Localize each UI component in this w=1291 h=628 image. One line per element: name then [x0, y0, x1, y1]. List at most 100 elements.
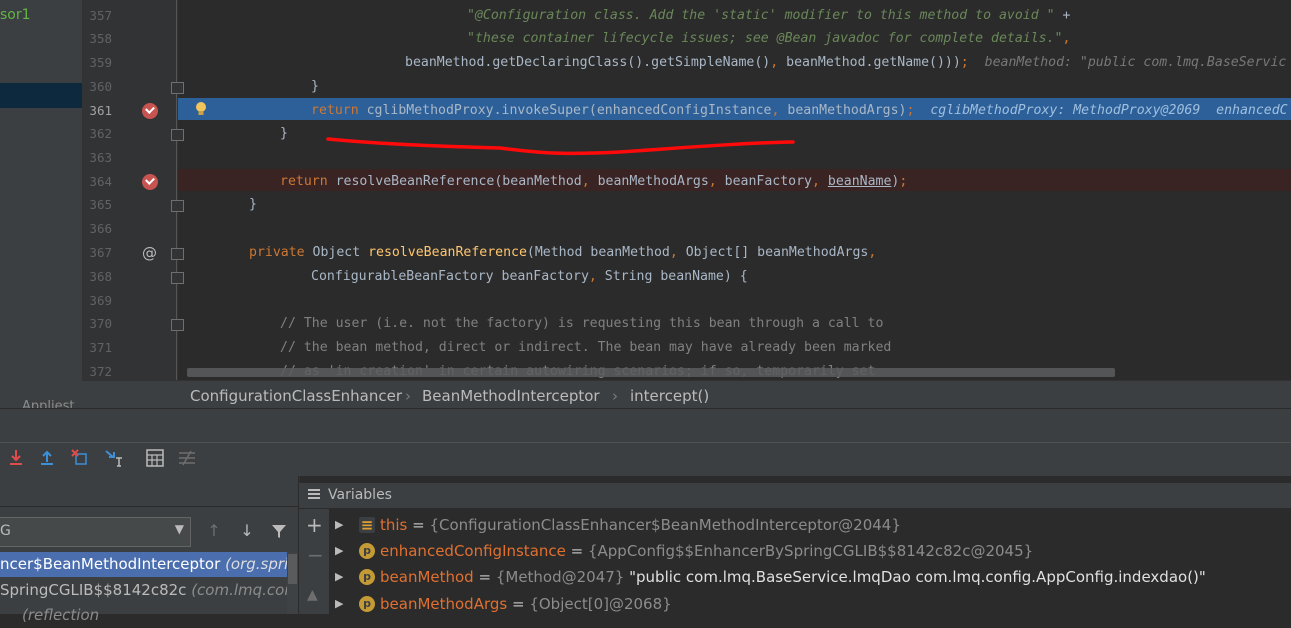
intention-lightbulb-icon[interactable]: [195, 101, 207, 115]
code-line[interactable]: 369: [0, 289, 1291, 313]
line-number: 365: [89, 197, 112, 212]
breadcrumb-item-class[interactable]: ConfigurationClassEnhancer: [190, 387, 402, 405]
fold-marker-icon[interactable]: [171, 200, 184, 212]
code-token: // The user (i.e. not the factory) is re…: [280, 316, 884, 331]
variable-row[interactable]: ▶ p enhancedConfigInstance = {AppConfig$$E…: [329, 538, 1291, 564]
code-line[interactable]: 366: [0, 217, 1291, 241]
code-line[interactable]: 360}: [0, 75, 1291, 99]
code-line[interactable]: 358 "these container lifecycle issues; se…: [0, 27, 1291, 51]
breakpoint-icon[interactable]: [142, 174, 158, 190]
code-text: // The user (i.e. not the factory) is re…: [280, 312, 883, 336]
code-line[interactable]: 367 @ private Object resolveBeanReference(…: [0, 241, 1291, 265]
code-token: String beanName) {: [604, 269, 748, 284]
code-token: ConfigurableBeanFactory beanFactory: [311, 269, 589, 284]
debug-tool-window-header: [0, 408, 1291, 443]
thread-selector-value: G: [0, 523, 11, 539]
add-watch-icon[interactable]: +: [306, 515, 323, 535]
variable-row[interactable]: ▶ ≡ this = {ConfigurationClassEnhancer$Bea…: [329, 512, 1291, 538]
fold-marker-icon[interactable]: [171, 82, 184, 94]
line-number: 359: [89, 55, 112, 70]
frame-list-item[interactable]: (reflection: [0, 603, 287, 628]
expand-arrow-icon[interactable]: ▶: [335, 538, 343, 564]
variable-string-value: "public com.lmq.BaseService.lmqDao com.l…: [624, 568, 1206, 586]
frame-location: (com.lmq.config: [191, 581, 287, 599]
line-number: 371: [89, 340, 112, 355]
code-text: ConfigurableBeanFactory beanFactory, Str…: [311, 265, 748, 289]
expand-arrow-icon[interactable]: ▶: [335, 591, 343, 617]
fold-marker-icon[interactable]: [171, 248, 184, 260]
fold-marker-icon[interactable]: [171, 319, 184, 331]
breadcrumb-item-method[interactable]: intercept(): [630, 387, 709, 405]
frame-location: (org.spring: [225, 555, 287, 573]
frame-list-item[interactable]: ncer$BeanMethodInterceptor (org.spring: [0, 552, 287, 577]
frame-list-item[interactable]: SpringCGLIB$$8142c82c (com.lmq.config: [0, 578, 287, 603]
editor-horizontal-scrollbar[interactable]: [187, 368, 1115, 377]
code-text: }: [280, 122, 288, 146]
frame-location: (reflection: [22, 606, 100, 624]
code-token: return: [311, 103, 367, 118]
code-line[interactable]: 368 ConfigurableBeanFactory beanFactory, …: [0, 265, 1291, 289]
code-line[interactable]: 361 return cglibMethodProxy.invokeSuper(e…: [0, 98, 1291, 123]
code-text: // the bean method, direct or indirect. …: [280, 336, 891, 360]
variable-row[interactable]: ▶ p beanMethodArgs = {Object[0]@2068}: [329, 591, 1291, 617]
trace-stream-icon[interactable]: [176, 447, 198, 469]
evaluate-expression-icon[interactable]: [144, 447, 166, 469]
code-line[interactable]: 362}: [0, 122, 1291, 146]
code-token: beanFactory: [724, 174, 812, 189]
fold-marker-icon[interactable]: [171, 129, 184, 141]
filter-icon[interactable]: [268, 519, 290, 543]
code-line[interactable]: 364 return resolveBeanReference(beanMetho…: [0, 169, 1291, 194]
code-line[interactable]: 363: [0, 146, 1291, 170]
frames-panel-header: [0, 482, 298, 507]
variable-name: enhancedConfigInstance: [380, 542, 566, 560]
parameter-icon: p: [359, 543, 375, 559]
breakpoint-icon[interactable]: [142, 103, 158, 119]
code-token: ,: [770, 55, 787, 70]
code-token: beanMethod: "public com.lmq.BaseServic: [968, 55, 1287, 70]
code-token: beanName: [827, 174, 892, 189]
code-token: beanMethod.getName())): [786, 55, 961, 70]
expand-arrow-icon[interactable]: ▶: [335, 564, 343, 590]
frames-scrollbar[interactable]: [287, 552, 298, 614]
code-line[interactable]: 371 // the bean method, direct or indirec…: [0, 336, 1291, 360]
variables-side-toolbar: + − ▲: [299, 509, 329, 614]
thread-selector[interactable]: G ▼: [0, 517, 191, 547]
variable-name: this: [380, 516, 408, 534]
code-line[interactable]: 365}: [0, 193, 1291, 217]
code-token: beanMethodArgs: [597, 174, 709, 189]
variable-name: beanMethodArgs: [380, 595, 508, 613]
breadcrumb-item-inner-class[interactable]: BeanMethodInterceptor: [422, 387, 600, 405]
move-up-icon[interactable]: ▲: [307, 587, 318, 603]
arrow-up-icon[interactable]: ↑: [203, 519, 225, 543]
code-token: ,: [669, 245, 686, 260]
list-icon: [308, 489, 320, 499]
code-token: beanMethod.getDeclaringClass().getSimple…: [405, 55, 771, 70]
code-line[interactable]: 370 // The user (i.e. not the factory) is…: [0, 312, 1291, 336]
code-token: ;: [899, 174, 908, 189]
line-number: 362: [89, 126, 112, 141]
override-annotation-icon[interactable]: @: [142, 241, 157, 265]
breadcrumb: ConfigurationClassEnhancer › BeanMethodI…: [82, 380, 1291, 409]
arrow-down-icon[interactable]: ↓: [236, 519, 258, 543]
code-token: Object: [312, 245, 369, 260]
variable-value: {Method@2047}: [495, 568, 625, 586]
variable-value: {ConfigurationClassEnhancer$BeanMethodIn…: [429, 516, 901, 534]
code-token: (Method beanMethod: [526, 245, 670, 260]
variable-row[interactable]: ▶ p beanMethod = {Method@2047} "public com…: [329, 564, 1291, 590]
code-token: }: [280, 126, 288, 141]
code-line[interactable]: 357 "@Configuration class. Add the 'stati…: [0, 4, 1291, 28]
expand-arrow-icon[interactable]: ▶: [335, 512, 343, 538]
fold-marker-icon[interactable]: [171, 272, 184, 284]
remove-watch-icon[interactable]: −: [307, 545, 324, 565]
line-number: 360: [89, 79, 112, 94]
line-number: 370: [89, 316, 112, 331]
step-into-icon[interactable]: [5, 447, 27, 469]
run-to-cursor-icon[interactable]: [103, 447, 125, 469]
step-out-icon[interactable]: [36, 447, 58, 469]
variable-equals: =: [407, 516, 430, 534]
code-token: }: [249, 197, 257, 212]
code-line[interactable]: 359 beanMethod.getDeclaringClass().getSim…: [0, 51, 1291, 75]
drop-frame-icon[interactable]: [69, 447, 91, 469]
variable-text: this = {ConfigurationClassEnhancer$BeanM…: [380, 512, 901, 538]
code-token: // the bean method, direct or indirect. …: [280, 340, 892, 355]
